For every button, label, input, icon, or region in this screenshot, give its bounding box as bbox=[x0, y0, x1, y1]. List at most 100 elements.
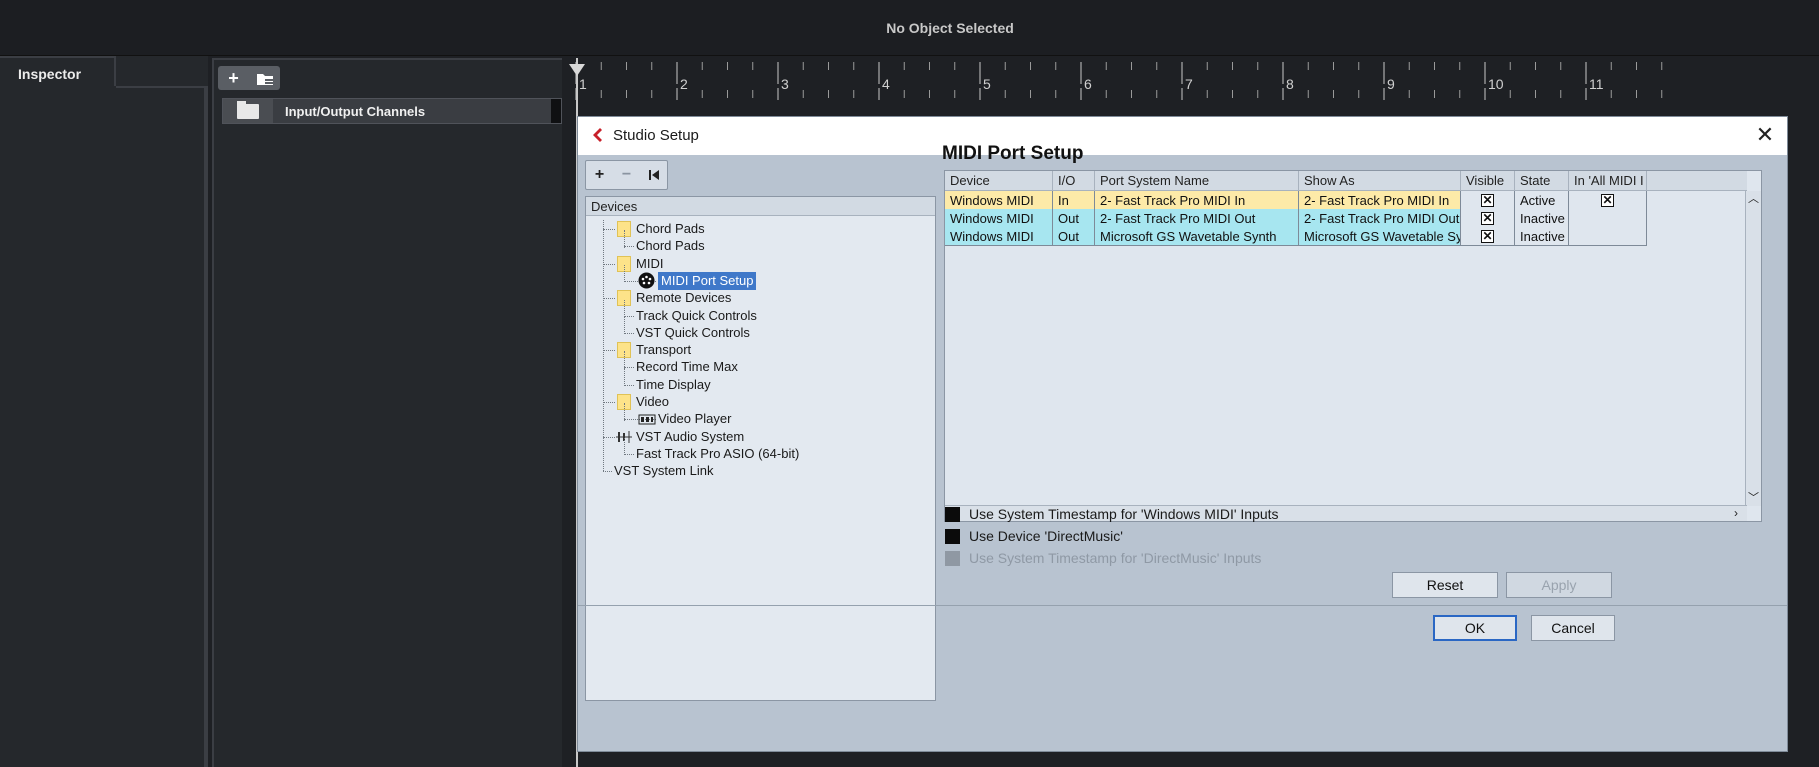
all-midi-cell[interactable] bbox=[1569, 209, 1647, 228]
ruler-bar-label: 4 bbox=[882, 76, 890, 92]
track-row-input-output-channels[interactable]: Input/Output Channels bbox=[222, 98, 562, 124]
show-as-cell[interactable]: Microsoft GS Wavetable Synth bbox=[1299, 227, 1461, 246]
inspector-tab-label: Inspector bbox=[18, 66, 82, 82]
remove-device-button[interactable]: − bbox=[613, 161, 640, 189]
ruler-bar-label: 7 bbox=[1185, 76, 1193, 92]
cell-text: In bbox=[1058, 193, 1069, 208]
studio-setup-dialog: Studio Setup ✕ + − Devices Chord Pads Cho… bbox=[577, 116, 1788, 752]
option-checkbox[interactable] bbox=[945, 529, 960, 544]
column-header[interactable]: Device bbox=[945, 171, 1053, 190]
tree-item-vst-system-link[interactable]: VST System Link bbox=[614, 462, 713, 480]
tree-item-midi[interactable]: MIDI bbox=[636, 255, 663, 273]
port-name-cell[interactable]: 2- Fast Track Pro MIDI Out bbox=[1095, 209, 1299, 228]
option-label: Use System Timestamp for 'DirectMusic' I… bbox=[969, 550, 1262, 566]
inspector-tab[interactable]: Inspector bbox=[0, 56, 116, 86]
device-cell[interactable]: Windows MIDI bbox=[945, 209, 1053, 228]
show-as-cell[interactable]: 2- Fast Track Pro MIDI In bbox=[1299, 191, 1461, 210]
ruler-bar-label: 10 bbox=[1488, 76, 1504, 92]
state-cell[interactable]: Active bbox=[1515, 191, 1569, 210]
add-track-button[interactable]: + bbox=[218, 66, 249, 90]
checked-checkbox[interactable]: ✕ bbox=[1481, 229, 1494, 243]
plus-icon: + bbox=[228, 67, 239, 88]
tree-item-chord-pads[interactable]: Chord Pads bbox=[636, 220, 705, 238]
apply-button[interactable]: Apply bbox=[1506, 572, 1612, 598]
ok-button[interactable]: OK bbox=[1433, 615, 1517, 641]
inspector-tab-strip bbox=[116, 86, 208, 88]
cell-text: Inactive bbox=[1520, 229, 1565, 244]
all-midi-cell[interactable] bbox=[1569, 227, 1647, 246]
tree-item-record-time-max[interactable]: Record Time Max bbox=[636, 358, 738, 376]
tree-item-video[interactable]: Video bbox=[636, 393, 669, 411]
cubase-logo-icon bbox=[593, 128, 602, 142]
checked-checkbox[interactable]: ✕ bbox=[1481, 193, 1494, 207]
tree-item-vst-audio-system[interactable]: VST Audio System bbox=[636, 428, 744, 446]
track-list: + Input/Output Channels bbox=[212, 58, 562, 767]
ruler-bar-label: 11 bbox=[1589, 76, 1604, 92]
tree-item-transport[interactable]: Transport bbox=[636, 341, 691, 359]
column-header[interactable]: Visible bbox=[1461, 171, 1515, 190]
tree-item-chord-pads[interactable]: Chord Pads bbox=[636, 237, 705, 255]
column-header[interactable]: In 'All MIDI I bbox=[1569, 171, 1647, 190]
state-cell[interactable]: Inactive bbox=[1515, 209, 1569, 228]
dialog-title: Studio Setup bbox=[613, 127, 699, 144]
add-device-button[interactable]: + bbox=[586, 161, 613, 189]
option-checkbox[interactable] bbox=[945, 507, 960, 522]
track-toolbar: + bbox=[218, 66, 280, 90]
ruler-bar-label: 8 bbox=[1286, 76, 1294, 92]
tree-item-remote-devices[interactable]: Remote Devices bbox=[636, 289, 731, 307]
reset-button[interactable]: Reset bbox=[1392, 572, 1498, 598]
option-checkbox[interactable] bbox=[945, 551, 960, 566]
visible-cell[interactable]: ✕ bbox=[1461, 191, 1515, 210]
cell-text: Active bbox=[1520, 193, 1556, 208]
section-title: MIDI Port Setup bbox=[942, 143, 1084, 164]
inspector-panel: Inspector bbox=[0, 56, 208, 767]
track-name: Input/Output Channels bbox=[285, 104, 426, 119]
track-selection-indicator bbox=[551, 99, 561, 123]
column-header[interactable]: Port System Name bbox=[1095, 171, 1299, 190]
cell-text: Windows MIDI bbox=[950, 193, 1034, 208]
state-cell[interactable]: Inactive bbox=[1515, 227, 1569, 246]
cursor-flag-icon[interactable] bbox=[569, 64, 585, 76]
cell-text: Microsoft GS Wavetable Synth bbox=[1304, 229, 1461, 244]
close-icon[interactable]: ✕ bbox=[1753, 123, 1777, 147]
cancel-button[interactable]: Cancel bbox=[1531, 615, 1615, 641]
visible-cell[interactable]: ✕ bbox=[1461, 209, 1515, 228]
track-folder-cell[interactable] bbox=[223, 99, 273, 123]
tree-item-midi-port-setup[interactable]: MIDI Port Setup bbox=[658, 271, 757, 290]
midi-port-icon bbox=[638, 272, 655, 289]
device-cell[interactable]: Windows MIDI bbox=[945, 191, 1053, 210]
timeline-ruler[interactable]: 1 2 3 4 5 6 7 8 9 10 11 bbox=[562, 58, 1819, 118]
devices-toolbar: + − bbox=[585, 160, 668, 190]
checked-checkbox[interactable]: ✕ bbox=[1481, 211, 1494, 225]
checked-checkbox[interactable]: ✕ bbox=[1601, 193, 1614, 207]
io-cell[interactable]: In bbox=[1053, 191, 1095, 210]
inspector-divider[interactable] bbox=[204, 86, 208, 767]
scroll-down-icon[interactable]: ﹀ bbox=[1746, 490, 1761, 506]
video-player-icon bbox=[638, 414, 656, 425]
tree-item-vst-quick-controls[interactable]: VST Quick Controls bbox=[636, 324, 750, 342]
dialog-title-bar[interactable]: Studio Setup ✕ bbox=[578, 117, 1787, 155]
all-midi-cell[interactable]: ✕ bbox=[1569, 191, 1647, 210]
column-header[interactable]: State bbox=[1515, 171, 1569, 190]
devices-tree-panel: Devices Chord Pads Chord Pads MIDI MIDI Por… bbox=[585, 196, 936, 701]
track-options-button[interactable] bbox=[249, 66, 280, 90]
scroll-right-icon[interactable]: › bbox=[1728, 506, 1744, 521]
table-row[interactable]: Windows MIDI Out Microsoft GS Wavetable Sy… bbox=[945, 227, 1747, 248]
visible-cell[interactable]: ✕ bbox=[1461, 227, 1515, 246]
column-header[interactable]: Show As bbox=[1299, 171, 1461, 190]
port-name-cell[interactable]: 2- Fast Track Pro MIDI In bbox=[1095, 191, 1299, 210]
column-header[interactable]: I/O bbox=[1053, 171, 1095, 190]
tree-item-video-player[interactable]: Video Player bbox=[658, 410, 731, 428]
option-label: Use System Timestamp for 'Windows MIDI' … bbox=[969, 506, 1279, 522]
io-cell[interactable]: Out bbox=[1053, 227, 1095, 246]
show-as-cell[interactable]: 2- Fast Track Pro MIDI Out bbox=[1299, 209, 1461, 228]
tree-item-fast-track-pro-asio-64-bit[interactable]: Fast Track Pro ASIO (64-bit) bbox=[636, 445, 799, 463]
io-cell[interactable]: Out bbox=[1053, 209, 1095, 228]
tree-item-time-display[interactable]: Time Display bbox=[636, 376, 711, 394]
tree-item-track-quick-controls[interactable]: Track Quick Controls bbox=[636, 307, 757, 325]
scroll-up-icon[interactable]: ︿ bbox=[1746, 191, 1761, 207]
reset-device-button[interactable] bbox=[640, 161, 667, 189]
device-cell[interactable]: Windows MIDI bbox=[945, 227, 1053, 246]
vertical-scrollbar[interactable]: ︿ ﹀ bbox=[1745, 191, 1761, 506]
port-name-cell[interactable]: Microsoft GS Wavetable Synth bbox=[1095, 227, 1299, 246]
